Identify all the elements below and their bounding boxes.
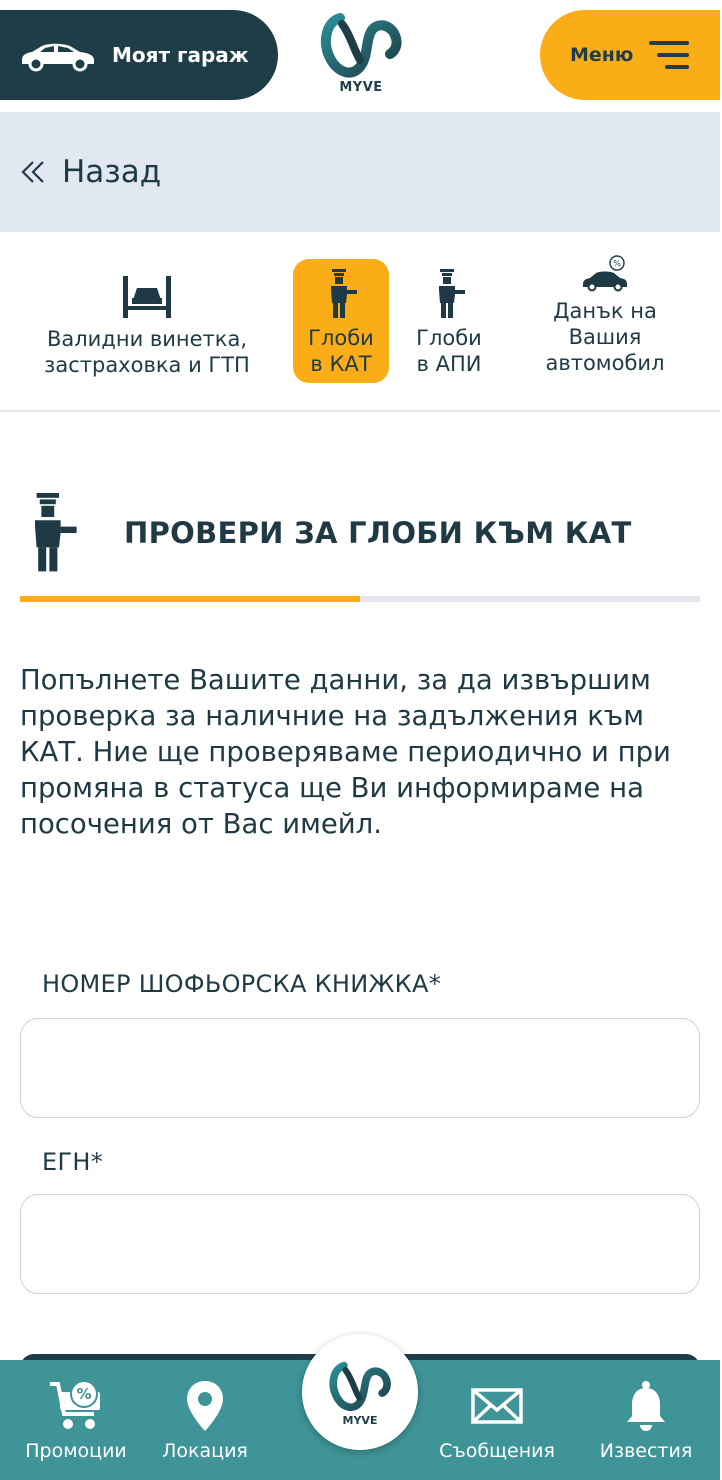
tab-label: Вашия xyxy=(568,325,642,349)
myve-logo[interactable]: MYVE xyxy=(318,8,404,104)
tab-label: автомобил xyxy=(545,351,665,375)
egn-label: ЕГН* xyxy=(42,1148,104,1176)
tab-label: Валидни винетка, xyxy=(46,327,248,351)
license-number-input[interactable] xyxy=(20,1018,700,1118)
envelope-icon xyxy=(471,1388,523,1424)
cart-percent-icon: % xyxy=(50,1380,100,1429)
location-pin-icon xyxy=(187,1381,223,1431)
back-bar: Назад xyxy=(0,112,720,232)
nav-label: Локация xyxy=(162,1440,248,1462)
nav-label: Съобщения xyxy=(439,1440,555,1462)
tab-label: Глоби xyxy=(308,326,374,350)
my-garage-button[interactable]: Моят гараж xyxy=(0,10,278,100)
license-number-label: НОМЕР ШОФЬОРСКА КНИЖКА* xyxy=(42,970,442,998)
step-progress-fill xyxy=(20,596,360,602)
egn-input[interactable] xyxy=(20,1194,700,1294)
tab-label: Глоби xyxy=(416,326,482,350)
nav-home-logo-button[interactable]: MYVE xyxy=(302,1334,418,1450)
svg-text:%: % xyxy=(76,1385,91,1403)
page-title: ПРОВЕРИ ЗА ГЛОБИ КЪМ КАТ xyxy=(124,516,632,550)
nav-label: Промоции xyxy=(25,1440,127,1462)
traffic-officer-icon xyxy=(331,269,357,318)
traffic-officer-icon xyxy=(439,269,465,318)
logo-text: MYVE xyxy=(339,80,383,95)
tab-label: Данък на xyxy=(553,299,657,323)
car-icon xyxy=(22,43,94,72)
traffic-officer-icon xyxy=(35,493,77,572)
svg-text:%: % xyxy=(613,259,621,268)
nav-promotions[interactable]: % Промоции xyxy=(14,1360,138,1480)
menu-label: Меню xyxy=(570,44,634,66)
section-heading: ПРОВЕРИ ЗА ГЛОБИ КЪМ КАТ xyxy=(20,488,700,578)
double-chevron-left-icon xyxy=(21,161,44,183)
category-tabs: Валидни винетка, застраховка и ГТП Глоби… xyxy=(0,232,720,412)
myve-logo-icon xyxy=(329,1361,391,1411)
back-button[interactable]: Назад xyxy=(20,154,161,190)
car-lift-icon xyxy=(123,276,171,318)
nav-location[interactable]: Локация xyxy=(150,1360,260,1480)
app-header: Моят гараж MYVE Меню xyxy=(0,0,722,110)
tab-valid-vignette[interactable]: Валидни винетка, застраховка и ГТП xyxy=(22,268,272,378)
tab-label: застраховка и ГТП xyxy=(44,353,250,377)
my-garage-label: Моят гараж xyxy=(112,43,249,67)
nav-messages[interactable]: Съобщения xyxy=(430,1360,564,1480)
nav-label: Известия xyxy=(599,1440,693,1462)
section-description: Попълнете Вашите данни, за да извършим п… xyxy=(20,664,671,840)
tab-car-tax[interactable]: % Данък на Вашия автомобил xyxy=(520,254,690,394)
back-label: Назад xyxy=(62,154,162,190)
menu-button[interactable]: Меню xyxy=(540,10,720,100)
tab-label: в КАТ xyxy=(310,352,372,376)
tab-label: в АПИ xyxy=(416,352,482,376)
myve-logo-icon xyxy=(320,13,402,78)
car-tax-icon: % xyxy=(583,255,627,292)
logo-text: MYVE xyxy=(342,1413,378,1427)
step-progress-bar xyxy=(20,596,700,602)
bell-icon xyxy=(627,1381,665,1431)
nav-notifications[interactable]: Известия xyxy=(588,1360,704,1480)
tab-fines-api[interactable]: Глоби в АПИ xyxy=(404,267,494,377)
hamburger-icon xyxy=(649,41,690,69)
tab-fines-kat[interactable]: Глоби в КАТ xyxy=(293,259,389,383)
